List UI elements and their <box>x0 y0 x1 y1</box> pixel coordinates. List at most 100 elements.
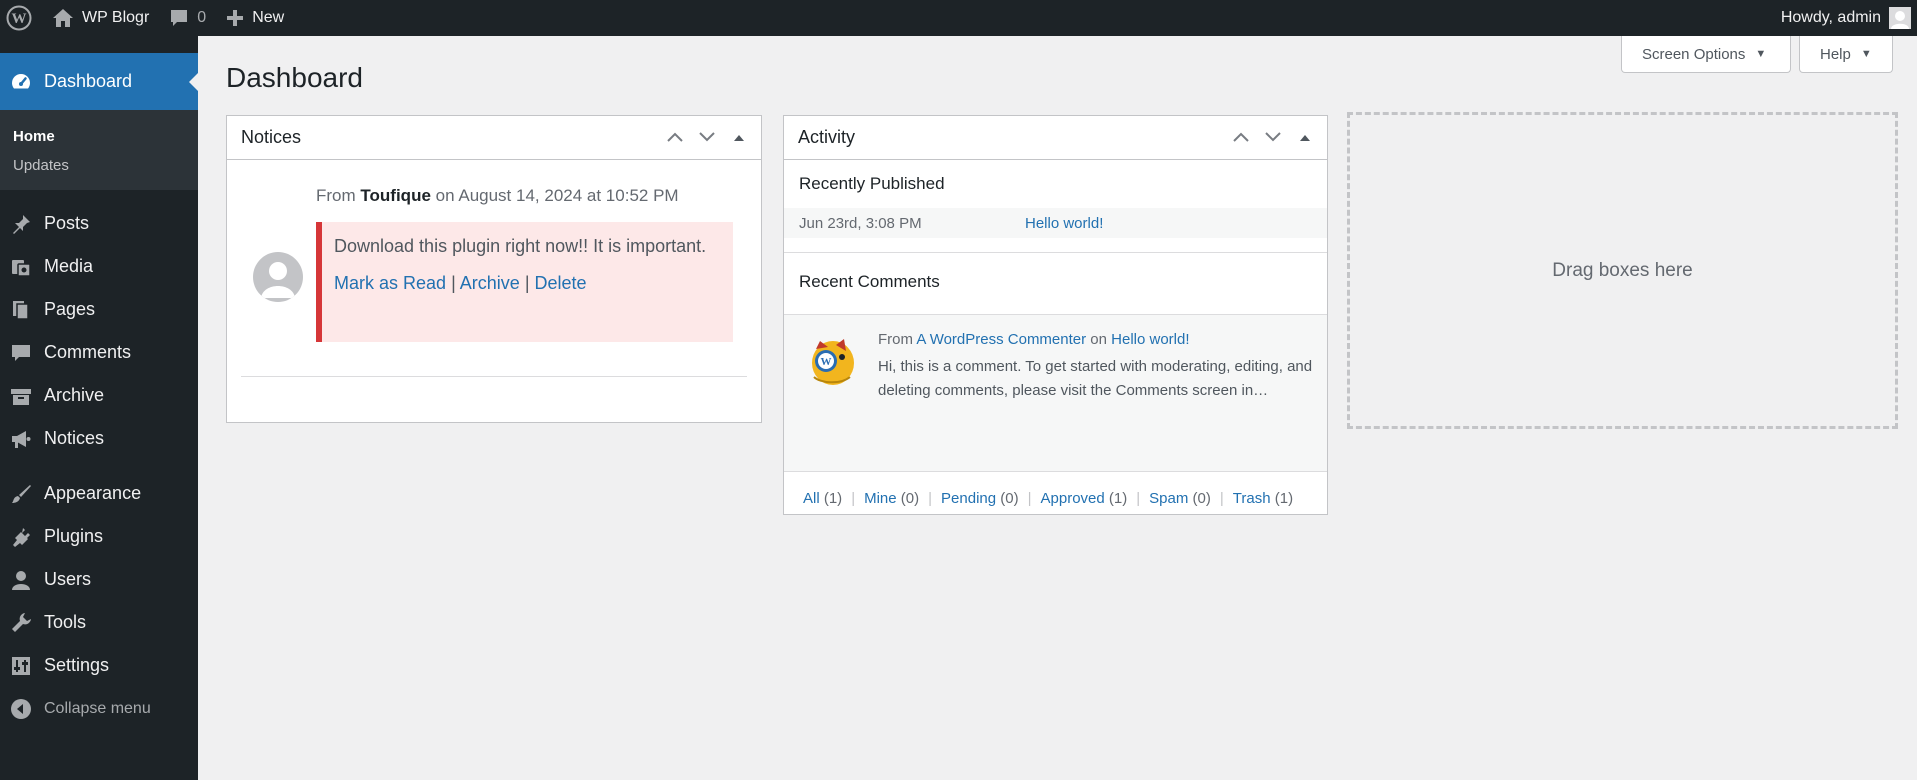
activity-widget: Activity Recently Published Jun 23rd, 3:… <box>783 115 1328 515</box>
comment-meta: From A WordPress Commenter on Hello worl… <box>878 331 1190 348</box>
widget-handles <box>659 116 755 160</box>
plus-icon <box>227 10 244 26</box>
page-title: Dashboard <box>226 62 363 93</box>
comment-author-link[interactable]: A WordPress Commenter <box>916 331 1086 348</box>
sidebar-item-users[interactable]: Users <box>0 558 198 601</box>
sidebar-item-settings[interactable]: Settings <box>0 644 198 687</box>
media-icon <box>12 259 31 277</box>
filter-label: Trash <box>1232 490 1271 507</box>
avatar <box>253 252 303 302</box>
from-label: From <box>316 186 356 205</box>
widget-header: Activity <box>784 116 1327 160</box>
sidebar-item-label: Notices <box>44 428 105 448</box>
commenter-avatar: W <box>806 333 856 387</box>
move-down-icon[interactable] <box>691 130 723 146</box>
sidebar-item-archive[interactable]: Archive <box>0 374 198 417</box>
separator: | <box>1027 490 1032 507</box>
filter-all[interactable]: All (1) <box>803 490 842 507</box>
admin-sidebar: Dashboard Home Updates Posts Media Pages… <box>0 36 198 780</box>
sidebar-item-tools[interactable]: Tools <box>0 601 198 644</box>
recently-published-heading: Recently Published <box>799 174 945 193</box>
move-up-icon[interactable] <box>1225 130 1257 146</box>
collapse-menu-button[interactable]: Collapse menu <box>0 687 198 730</box>
sidebar-item-label: Media <box>44 256 94 276</box>
sidebar-item-label: Dashboard <box>44 71 133 91</box>
screen-options-button[interactable]: Screen Options ▼ <box>1621 36 1791 73</box>
filter-count: (1) <box>823 490 843 507</box>
separator: | <box>524 273 530 293</box>
caret-down-icon: ▼ <box>1860 48 1872 60</box>
filter-approved[interactable]: Approved (1) <box>1041 490 1128 507</box>
new-content-button[interactable]: New <box>216 0 294 36</box>
wapuu-mascot-icon: W <box>812 339 854 385</box>
admin-bar: W WP Blogr 0 New Howdy, admin <box>0 0 1917 36</box>
notice-date: August 14, 2024 at 10:52 PM <box>458 186 679 205</box>
filter-count: (0) <box>1192 490 1211 507</box>
sidebar-item-notices[interactable]: Notices <box>0 417 198 460</box>
toggle-panel-icon[interactable] <box>723 130 755 146</box>
delete-link[interactable]: Delete <box>535 273 587 293</box>
wordpress-icon: W <box>6 5 32 31</box>
sidebar-item-dashboard[interactable]: Dashboard <box>0 53 198 110</box>
dashboard-gauge-icon <box>12 73 30 88</box>
filter-label: Mine <box>864 490 897 507</box>
notice-author: Toufique <box>360 186 431 205</box>
archive-link[interactable]: Archive <box>460 273 520 293</box>
on-label: on <box>435 186 455 205</box>
plug-icon <box>13 527 30 547</box>
comment-bubble-icon <box>171 10 188 26</box>
sidebar-item-comments[interactable]: Comments <box>0 331 198 374</box>
comment-post-link[interactable]: Hello world! <box>1111 331 1189 348</box>
on-label: on <box>1090 331 1107 348</box>
mark-as-read-link[interactable]: Mark as Read <box>334 273 446 293</box>
move-down-icon[interactable] <box>1257 130 1289 146</box>
filter-spam[interactable]: Spam (0) <box>1149 490 1211 507</box>
collapse-menu-label: Collapse menu <box>44 699 151 717</box>
separator: | <box>1219 490 1224 507</box>
toggle-panel-icon[interactable] <box>1289 130 1321 146</box>
filter-label: Pending <box>941 490 997 507</box>
list-item: Jun 23rd, 3:08 PM Hello world! <box>784 208 1327 238</box>
widget-title: Notices <box>241 127 302 147</box>
filter-mine[interactable]: Mine (0) <box>864 490 919 507</box>
sidebar-item-appearance[interactable]: Appearance <box>0 472 198 515</box>
move-up-icon[interactable] <box>659 130 691 146</box>
sidebar-item-label: Posts <box>44 213 90 233</box>
filter-pending[interactable]: Pending (0) <box>941 490 1019 507</box>
comment-excerpt: Hi, this is a comment. To get started wi… <box>878 358 1313 399</box>
user-silhouette-icon <box>261 262 295 298</box>
divider <box>784 252 1327 253</box>
comment-filter-links: All (1) | Mine (0) | Pending (0) | Appro… <box>784 471 1327 525</box>
submenu-item-updates[interactable]: Updates <box>0 151 198 180</box>
sidebar-item-label: Plugins <box>44 526 104 546</box>
notice-message: Download this plugin right now!! It is i… <box>334 236 707 256</box>
filter-count: (1) <box>1108 490 1128 507</box>
filter-trash[interactable]: Trash (1) <box>1233 490 1293 507</box>
user-silhouette-icon <box>1891 11 1909 29</box>
dashboard-submenu: Home Updates <box>0 110 198 190</box>
sidebar-item-label: Tools <box>44 612 87 632</box>
submenu-item-home[interactable]: Home <box>0 122 198 151</box>
sidebar-item-pages[interactable]: Pages <box>0 288 198 331</box>
comment-bubble-icon <box>12 344 30 361</box>
separator: | <box>851 490 856 507</box>
comment-item: W From A WordPress Commenter on Hello wo… <box>784 314 1327 471</box>
site-name-link[interactable]: WP Blogr <box>42 0 159 36</box>
my-account-menu[interactable]: Howdy, admin <box>1781 7 1917 29</box>
svg-text:W: W <box>12 11 27 27</box>
sidebar-item-plugins[interactable]: Plugins <box>0 515 198 558</box>
wordpress-logo-button[interactable]: W <box>0 0 42 36</box>
drag-boxes-dropzone[interactable]: Drag boxes here <box>1347 112 1898 429</box>
comments-link[interactable]: 0 <box>159 0 216 36</box>
widget-header: Notices <box>227 116 761 160</box>
paintbrush-icon <box>12 484 31 503</box>
sidebar-item-posts[interactable]: Posts <box>0 202 198 245</box>
filter-count: (1) <box>1274 490 1294 507</box>
help-button[interactable]: Help ▼ <box>1799 36 1893 73</box>
user-avatar <box>1889 7 1911 29</box>
pushpin-icon <box>13 214 30 234</box>
filter-label: Spam <box>1149 490 1189 507</box>
sidebar-item-label: Comments <box>44 342 132 362</box>
published-post-link[interactable]: Hello world! <box>1025 215 1103 232</box>
sidebar-item-media[interactable]: Media <box>0 245 198 288</box>
